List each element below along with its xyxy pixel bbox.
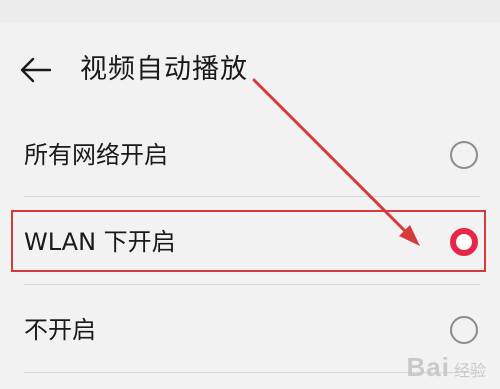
- page-title: 视频自动播放: [80, 54, 248, 85]
- radio-button-unselected[interactable]: [450, 316, 478, 344]
- option-label: WLAN 下开启: [24, 228, 176, 256]
- divider: [24, 196, 480, 197]
- radio-button-unselected[interactable]: [450, 141, 478, 169]
- status-bar: [0, 0, 500, 22]
- back-arrow-icon: [20, 57, 52, 83]
- back-button[interactable]: [18, 52, 58, 88]
- divider: [24, 284, 480, 285]
- option-label: 所有网络开启: [24, 141, 168, 169]
- option-off[interactable]: 不开启: [0, 286, 500, 374]
- divider: [24, 372, 480, 373]
- option-wlan-only[interactable]: WLAN 下开启: [0, 198, 500, 286]
- option-all-networks[interactable]: 所有网络开启: [0, 111, 500, 199]
- app-header: 视频自动播放: [0, 40, 500, 100]
- radio-button-selected[interactable]: [450, 228, 478, 256]
- option-label: 不开启: [24, 316, 96, 344]
